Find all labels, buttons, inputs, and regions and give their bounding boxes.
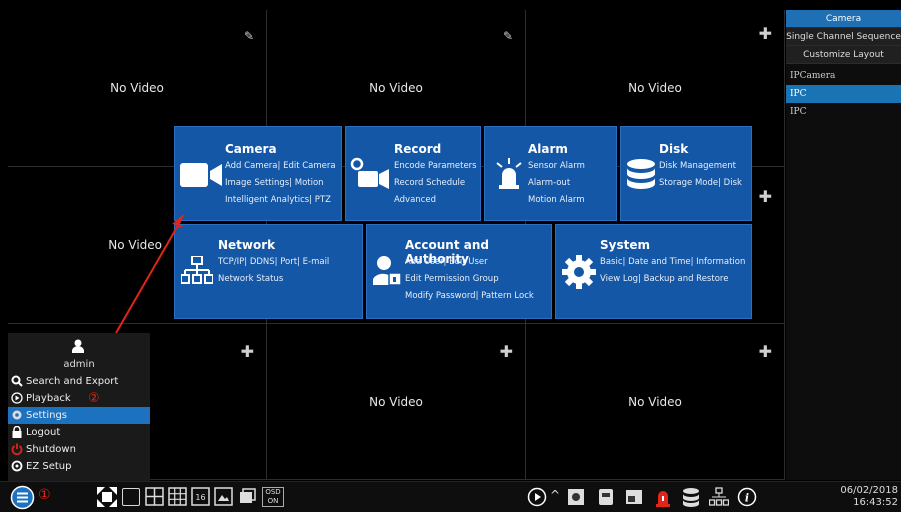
disk-status-icon[interactable]: [681, 487, 701, 507]
menu-label: Logout: [26, 427, 61, 438]
sequence-icon[interactable]: [238, 487, 257, 506]
start-menu-button[interactable]: [10, 485, 35, 510]
record-icon[interactable]: [624, 487, 644, 507]
power-icon: [11, 443, 23, 455]
setup-gear-icon: [11, 460, 23, 472]
date: 06/02/2018: [840, 485, 898, 496]
info-icon[interactable]: i: [737, 487, 757, 507]
annotation-1: ①: [38, 487, 51, 503]
time: 16:43:52: [853, 497, 898, 508]
menu-label: EZ Setup: [26, 461, 72, 472]
annotation-2: ②: [88, 391, 100, 406]
snapshot-icon[interactable]: [566, 487, 586, 507]
user-header: admin: [8, 333, 150, 373]
play-icon: [11, 392, 23, 404]
lock-icon: [12, 426, 22, 438]
logout-item[interactable]: Logout: [8, 424, 150, 441]
osd-state: ON: [267, 497, 279, 505]
playback-item[interactable]: Playback ②: [8, 390, 150, 407]
menu-label: Shutdown: [26, 444, 76, 455]
chevron-up-icon[interactable]: ^: [550, 488, 560, 502]
record-status-icon[interactable]: [596, 487, 616, 507]
bottom-toolbar: ① 16 OSD ON ^ i 06/02/2018 16:43:52: [0, 481, 901, 512]
alarm-status-icon[interactable]: [653, 487, 673, 507]
picture-icon[interactable]: [214, 487, 233, 506]
svg-text:i: i: [745, 492, 749, 505]
ez-setup-item[interactable]: EZ Setup: [8, 458, 150, 475]
network-status-icon[interactable]: [709, 487, 729, 507]
menu-label: Playback: [26, 393, 71, 404]
layout-4-icon[interactable]: [145, 487, 164, 506]
svg-text:16: 16: [195, 493, 205, 502]
settings-item[interactable]: Settings: [8, 407, 150, 424]
search-icon: [11, 375, 23, 387]
layout-1-icon[interactable]: [122, 488, 140, 506]
search-and-export-item[interactable]: Search and Export: [8, 373, 150, 390]
start-menu: admin Search and Export Playback ② Setti…: [8, 333, 150, 481]
osd-toggle[interactable]: OSD ON: [262, 487, 284, 507]
user-icon: [72, 339, 84, 353]
gear-icon: [12, 410, 22, 420]
playback-icon[interactable]: [527, 487, 547, 507]
layout-16-icon[interactable]: 16: [191, 487, 210, 506]
layout-9-icon[interactable]: [168, 487, 187, 506]
fullscreen-icon[interactable]: [97, 487, 117, 507]
date-time: 06/02/2018 16:43:52: [840, 485, 898, 509]
osd-label: OSD: [265, 488, 281, 496]
menu-label: Search and Export: [26, 376, 119, 387]
menu-label: Settings: [26, 410, 68, 421]
username: admin: [63, 359, 95, 370]
shutdown-item[interactable]: Shutdown: [8, 441, 150, 458]
